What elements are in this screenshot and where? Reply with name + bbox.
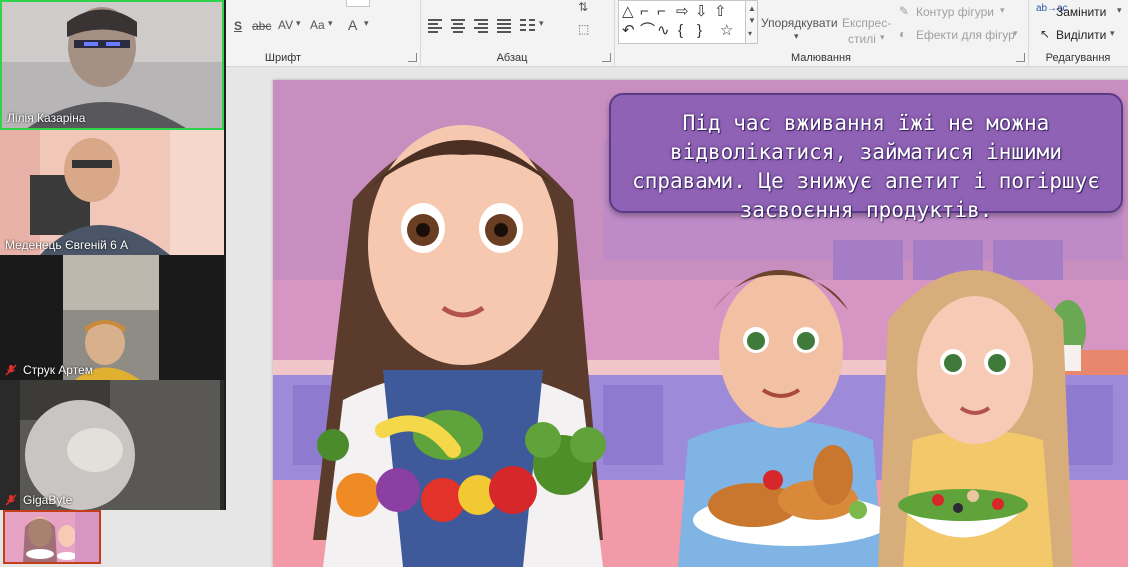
quick-styles-button[interactable]: Експрес-: [842, 16, 891, 30]
shape-outline-button[interactable]: Контур фігури: [916, 5, 994, 19]
arrange-dropdown-icon[interactable]: ▾: [794, 31, 799, 42]
shapes-gallery-scrollbar[interactable]: ▲ ▼ ▾: [745, 1, 757, 43]
select-dropdown-icon[interactable]: ▾: [1110, 28, 1115, 39]
participant-tile[interactable]: Лілія Казаріна: [0, 0, 224, 130]
right-arrow-shape-icon[interactable]: ⇨: [676, 4, 689, 19]
shape-outline-icon[interactable]: ✎: [899, 4, 909, 18]
change-case-button[interactable]: Aa: [310, 18, 325, 32]
participant-name: Меденець Євгеній 6 А: [5, 238, 129, 252]
participant-video: [0, 255, 224, 380]
slide-canvas[interactable]: Під час вживання їжі не можна відволікат…: [273, 80, 1128, 567]
curved-arrow-shape-icon[interactable]: ↶: [622, 23, 635, 38]
change-case-dropdown-icon[interactable]: ▾: [328, 18, 333, 29]
shapes-gallery[interactable]: △ ⌐ ⌐ ⇨ ⇩ ⇧ ↶ ⌒ ∿ { } ☆ ▲ ▼ ▾: [618, 0, 758, 44]
left-brace-shape-icon[interactable]: {: [678, 23, 683, 38]
participant-tile[interactable]: GigaByte: [0, 380, 224, 510]
right-brace-shape-icon[interactable]: }: [697, 23, 702, 38]
triangle-shape-icon[interactable]: △: [622, 4, 634, 19]
drawing-dialog-launcher-icon[interactable]: [1016, 53, 1025, 62]
align-right-icon[interactable]: [474, 19, 488, 33]
slide-thumbnail-image: [5, 512, 99, 562]
select-icon[interactable]: ↖: [1040, 27, 1050, 41]
participant-name: Лілія Казаріна: [7, 111, 86, 125]
font-color-button[interactable]: A: [348, 17, 357, 33]
participant-name: GigaByte: [23, 493, 73, 507]
muted-mic-icon: [5, 494, 17, 506]
participant-video: [0, 130, 224, 255]
strikethrough-button[interactable]: abc: [252, 19, 271, 33]
paragraph-group-label: Абзац: [496, 52, 528, 64]
video-participants-panel: Лілія Казаріна Меденець Євгеній 6 А Стру…: [0, 0, 226, 510]
text-direction-icon[interactable]: ⇅: [578, 0, 588, 14]
shape-effects-icon[interactable]: ◐: [899, 27, 906, 41]
font-dialog-launcher-icon[interactable]: [408, 53, 417, 62]
slide-thumbnail[interactable]: [3, 510, 101, 564]
justify-icon[interactable]: [497, 19, 511, 33]
columns-dropdown-icon[interactable]: ▾: [539, 18, 544, 29]
shape-effects-button[interactable]: Ефекти для фігур: [916, 28, 1015, 42]
columns-icon[interactable]: [520, 19, 536, 31]
gallery-up-icon[interactable]: ▲: [748, 4, 756, 13]
slide-text[interactable]: Під час вживання їжі не можна відволікат…: [625, 109, 1107, 225]
editing-group: ab→ac Замінити ▾ ↖ Виділити ▾ Редагуванн…: [1028, 0, 1128, 66]
align-left-icon[interactable]: [428, 19, 442, 33]
shape-outline-dropdown-icon[interactable]: ▾: [1000, 5, 1005, 16]
font-group: S abc AV ▾ Aa ▾ A ▾ Шрифт: [226, 0, 421, 66]
replace-button[interactable]: Замінити: [1056, 5, 1106, 19]
font-color-dropdown-icon[interactable]: ▾: [364, 18, 369, 29]
shape-effects-dropdown-icon[interactable]: ▾: [1013, 28, 1018, 39]
select-button[interactable]: Виділити: [1056, 28, 1106, 42]
paragraph-group: ▾ ⇅ ⬚ Абзац: [420, 0, 615, 66]
elbow-connector-2-icon[interactable]: ⌐: [657, 4, 666, 19]
align-text-icon[interactable]: ⬚: [578, 22, 589, 36]
star-shape-icon[interactable]: ☆: [720, 23, 733, 38]
gallery-more-icon[interactable]: ▾: [748, 29, 752, 38]
gallery-down-icon[interactable]: ▼: [748, 16, 756, 25]
up-arrow-shape-icon[interactable]: ⇧: [714, 4, 727, 19]
elbow-connector-icon[interactable]: ⌐: [640, 4, 649, 19]
drawing-group-label: Малювання: [790, 52, 852, 64]
text-shadow-button[interactable]: S: [234, 19, 242, 33]
editing-group-label: Редагування: [1045, 52, 1111, 64]
font-size-box[interactable]: [346, 0, 370, 7]
participant-video: [0, 380, 224, 510]
arrange-button[interactable]: Упорядкувати: [761, 16, 838, 30]
slide-thumbnail-pane: [0, 510, 136, 567]
align-center-icon[interactable]: [451, 19, 465, 33]
character-spacing-button[interactable]: AV: [278, 18, 293, 32]
participant-tile[interactable]: Струк Артем: [0, 255, 224, 380]
participant-tile[interactable]: Меденець Євгеній 6 А: [0, 130, 224, 255]
paragraph-dialog-launcher-icon[interactable]: [602, 53, 611, 62]
character-spacing-dropdown-icon[interactable]: ▾: [296, 18, 301, 29]
down-arrow-shape-icon[interactable]: ⇩: [695, 4, 708, 19]
slide-speech-bubble[interactable]: Під час вживання їжі не можна відволікат…: [609, 93, 1123, 222]
quick-styles-line2: стилі: [848, 32, 876, 46]
participant-name: Струк Артем: [23, 363, 93, 377]
quick-styles-dropdown-icon[interactable]: ▾: [880, 32, 885, 43]
arc-shape-icon[interactable]: ⌒: [640, 23, 655, 38]
replace-dropdown-icon[interactable]: ▾: [1117, 5, 1122, 16]
font-group-label: Шрифт: [264, 52, 302, 64]
muted-mic-icon: [5, 364, 17, 376]
curve-shape-icon[interactable]: ∿: [657, 23, 670, 38]
